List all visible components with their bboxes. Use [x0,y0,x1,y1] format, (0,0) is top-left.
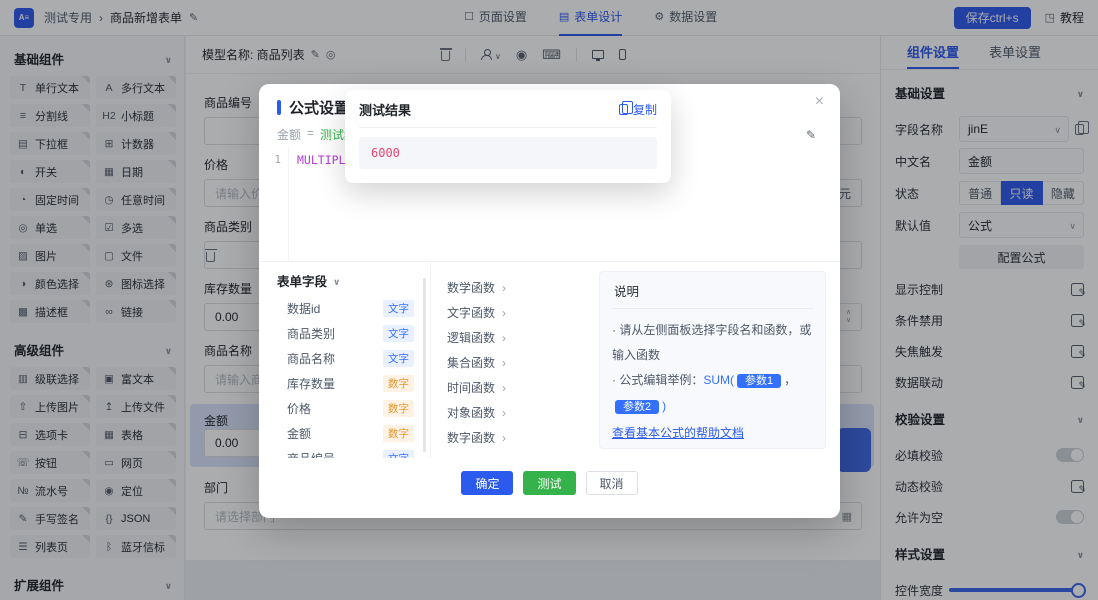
function-category-item[interactable]: 集合函数 [447,350,589,375]
sum-token: SUM( [703,373,734,387]
title-accent-bar [277,100,281,115]
formula-field-name: 商品名称 [287,350,335,367]
copy-icon [619,104,628,115]
function-category-item[interactable]: 时间函数 [447,375,589,400]
chevron-right-icon [502,281,506,295]
help-doc-link[interactable]: 查看基本公式的帮助文档 [612,421,744,446]
field-type-badge: 数字 [383,400,414,417]
line-number: 1 [259,146,289,261]
popup-header: 测试结果 复制 [359,100,657,128]
chevron-right-icon [502,356,506,370]
form-fields-title: 表单字段 [277,271,327,290]
cancel-button[interactable]: 取消 [586,471,638,495]
example-label: 公式编辑举例： [619,373,703,387]
function-category-label: 时间函数 [447,379,495,396]
modal-title: 公式设置 [289,97,349,118]
target-field-name: 金额 [277,126,301,143]
formula-field-name: 库存数量 [287,375,335,392]
formula-field-name: 数据id [287,300,320,317]
help-panel: 说明 请从左侧面板选择字段名和函数，或输入函数 公式编辑举例：SUM(参数1， 参… [599,271,826,449]
function-category-item[interactable]: 逻辑函数 [447,325,589,350]
edit-formula-icon[interactable]: ✎ [806,128,816,142]
formula-field-item[interactable]: 商品类别 文字 [277,321,430,346]
copy-result-button[interactable]: 复制 [619,101,657,118]
formula-field-item[interactable]: 金额 数字 [277,421,430,446]
chevron-right-icon [502,406,506,420]
form-fields-list: 数据id 文字 商品类别 文字 商品名称 文字 库存数量 数字 价格 数字 金额… [277,296,430,458]
close-icon[interactable]: × [815,93,824,111]
test-button[interactable]: 测试 [523,471,575,495]
modal-footer: 确定 测试 取消 [259,458,840,495]
function-category-label: 数字函数 [447,429,495,446]
test-result-popup: 测试结果 复制 6000 [345,90,671,183]
formula-field-name: 价格 [287,400,311,417]
copy-label: 复制 [633,101,657,118]
function-category-label: 文字函数 [447,304,495,321]
modal-body: 表单字段 数据id 文字 商品类别 文字 商品名称 文字 库存数量 数字 价格 … [259,262,840,458]
param2-pill[interactable]: 参数2 [615,400,659,414]
field-type-badge: 数字 [383,375,414,392]
formula-field-item[interactable]: 数据id 文字 [277,296,430,321]
form-fields-column: 表单字段 数据id 文字 商品类别 文字 商品名称 文字 库存数量 数字 价格 … [259,262,431,458]
form-fields-header[interactable]: 表单字段 [277,271,430,290]
function-category-item[interactable]: 文字函数 [447,300,589,325]
test-result-value: 6000 [359,137,657,169]
close-paren: ) [662,399,666,413]
formula-field-item[interactable]: 商品编号 文字 [277,446,430,458]
chevron-right-icon [502,381,506,395]
chevron-right-icon [502,306,506,320]
help-line-1: 请从左侧面板选择字段名和函数，或输入函数 [612,318,813,368]
field-type-badge: 文字 [383,350,414,367]
field-type-badge: 数字 [383,425,414,442]
function-category-label: 数学函数 [447,279,495,296]
function-category-label: 集合函数 [447,354,495,371]
field-type-badge: 文字 [383,450,414,458]
app-window: A≡ 测试专用 › 商品新增表单 ✎ ☐ 页面设置 ▤ 表单设计 ⚙ 数据设置 … [0,0,1098,600]
function-category-label: 逻辑函数 [447,329,495,346]
formula-field-item[interactable]: 商品名称 文字 [277,346,430,371]
function-category-item[interactable]: 数字函数 [447,425,589,450]
comma: ， [784,373,796,387]
field-type-badge: 文字 [383,300,414,317]
chevron-down-icon [333,274,340,288]
field-type-badge: 文字 [383,325,414,342]
equals-sign: = [307,126,314,143]
popup-title: 测试结果 [359,100,411,119]
formula-field-item[interactable]: 库存数量 数字 [277,371,430,396]
formula-field-name: 金额 [287,425,311,442]
formula-field-name: 商品类别 [287,325,335,342]
formula-field-item[interactable]: 价格 数字 [277,396,430,421]
function-category-item[interactable]: 数学函数 [447,275,589,300]
function-category-label: 对象函数 [447,404,495,421]
help-line-2: 公式编辑举例：SUM(参数1， 参数2) [612,368,813,418]
function-category-item[interactable]: 对象函数 [447,400,589,425]
functions-column: 数学函数 文字函数 逻辑函数 集合函数 时间函数 对象函数 数字函数 [431,262,589,458]
formula-field-name: 商品编号 [287,450,335,458]
help-title: 说明 [612,272,813,309]
chevron-right-icon [502,431,506,445]
confirm-button[interactable]: 确定 [461,471,513,495]
chevron-right-icon [502,331,506,345]
param1-pill[interactable]: 参数1 [737,374,781,388]
